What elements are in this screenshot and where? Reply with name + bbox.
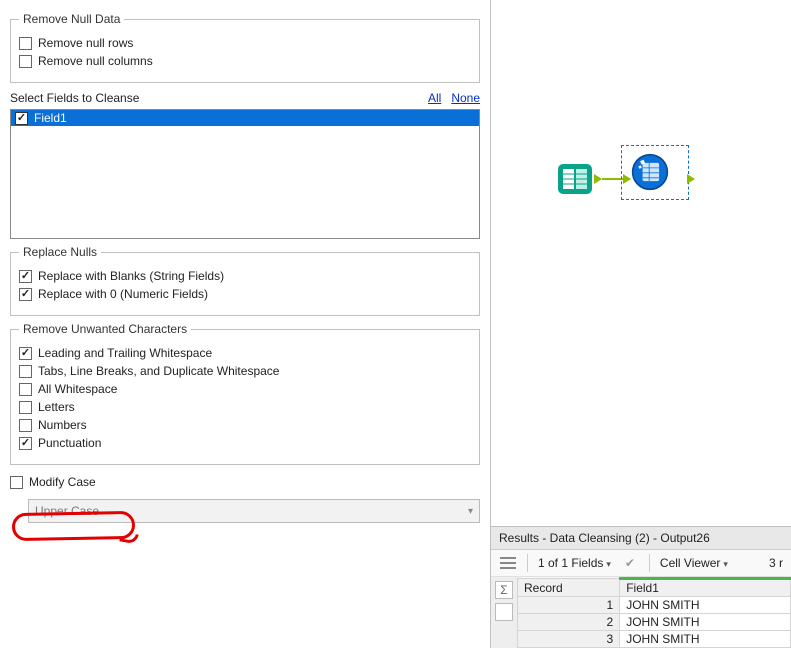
remove-null-cols-checkbox[interactable] — [19, 55, 32, 68]
results-gutter: Σ — [491, 577, 517, 648]
results-toolbar: 1 of 1 Fields▾ ✔ Cell Viewer▾ 3 r — [491, 550, 791, 577]
check-icon[interactable]: ✔ — [621, 554, 639, 572]
trim-checkbox[interactable] — [19, 347, 32, 360]
numbers-checkbox[interactable] — [19, 419, 32, 432]
dupws-checkbox[interactable] — [19, 365, 32, 378]
modify-case-value: Upper Case — [35, 504, 99, 518]
text-input-node[interactable] — [556, 160, 594, 198]
dupws-label: Tabs, Line Breaks, and Duplicate Whitesp… — [38, 364, 279, 378]
col-record[interactable]: Record — [518, 579, 620, 597]
sigma-icon[interactable]: Σ — [495, 581, 513, 599]
replace-nulls-group: Replace Nulls Replace with Blanks (Strin… — [10, 245, 480, 316]
table-row[interactable]: 1 JOHN SMITH — [518, 597, 791, 614]
trim-label: Leading and Trailing Whitespace — [38, 346, 212, 360]
row-selector[interactable] — [495, 603, 513, 621]
workflow-canvas[interactable] — [491, 0, 791, 526]
config-pane: Remove Null Data Remove null rows Remove… — [0, 0, 491, 648]
separator — [527, 554, 528, 572]
field-checkbox[interactable] — [15, 112, 28, 125]
punct-checkbox[interactable] — [19, 437, 32, 450]
results-table[interactable]: Record Field1 1 JOHN SMITH 2 JOHN SMITH — [517, 577, 791, 648]
modify-case-select[interactable]: Upper Case ▾ — [28, 499, 480, 523]
numbers-label: Numbers — [38, 418, 87, 432]
record-count: 3 r — [769, 556, 783, 570]
replace-nulls-legend: Replace Nulls — [19, 245, 101, 259]
cleansing-icon — [631, 149, 669, 195]
allws-label: All Whitespace — [38, 382, 117, 396]
remove-null-legend: Remove Null Data — [19, 12, 124, 26]
annotation-highlight-tail — [119, 532, 138, 545]
select-fields-label: Select Fields to Cleanse — [10, 91, 428, 107]
text-input-icon — [556, 160, 594, 198]
col-field1[interactable]: Field1 — [620, 579, 791, 597]
cell-viewer-toggle[interactable]: Cell Viewer▾ — [660, 556, 728, 570]
table-row[interactable]: 3 JOHN SMITH — [518, 631, 791, 648]
hamburger-icon[interactable] — [499, 554, 517, 572]
replace-zeros-checkbox[interactable] — [19, 288, 32, 301]
table-row[interactable]: 2 JOHN SMITH — [518, 614, 791, 631]
field-row[interactable]: Field1 — [11, 110, 479, 126]
modify-case-checkbox[interactable] — [10, 476, 23, 489]
select-none-link[interactable]: None — [451, 91, 480, 105]
punct-label: Punctuation — [38, 436, 101, 450]
fields-summary[interactable]: 1 of 1 Fields▾ — [538, 556, 611, 570]
letters-checkbox[interactable] — [19, 401, 32, 414]
remove-null-rows-label: Remove null rows — [38, 36, 133, 50]
remove-chars-group: Remove Unwanted Characters Leading and T… — [10, 322, 480, 465]
remove-null-cols-label: Remove null columns — [38, 54, 153, 68]
remove-null-group: Remove Null Data Remove null rows Remove… — [10, 12, 480, 83]
chevron-down-icon: ▾ — [468, 506, 473, 517]
modify-case-label: Modify Case — [29, 475, 96, 489]
field-name: Field1 — [34, 111, 67, 125]
replace-blanks-checkbox[interactable] — [19, 270, 32, 283]
data-cleansing-node[interactable] — [631, 153, 669, 191]
letters-label: Letters — [38, 400, 75, 414]
replace-blanks-label: Replace with Blanks (String Fields) — [38, 269, 224, 283]
field-list[interactable]: Field1 — [10, 109, 480, 239]
remove-null-rows-checkbox[interactable] — [19, 37, 32, 50]
results-title: Results - Data Cleansing (2) - Output26 — [491, 527, 791, 550]
allws-checkbox[interactable] — [19, 383, 32, 396]
results-pane: Results - Data Cleansing (2) - Output26 … — [491, 526, 791, 648]
remove-chars-legend: Remove Unwanted Characters — [19, 322, 191, 336]
output-port[interactable] — [594, 174, 602, 184]
output-port-2[interactable] — [687, 174, 695, 184]
select-all-link[interactable]: All — [428, 91, 441, 105]
replace-zeros-label: Replace with 0 (Numeric Fields) — [38, 287, 208, 301]
separator — [649, 554, 650, 572]
